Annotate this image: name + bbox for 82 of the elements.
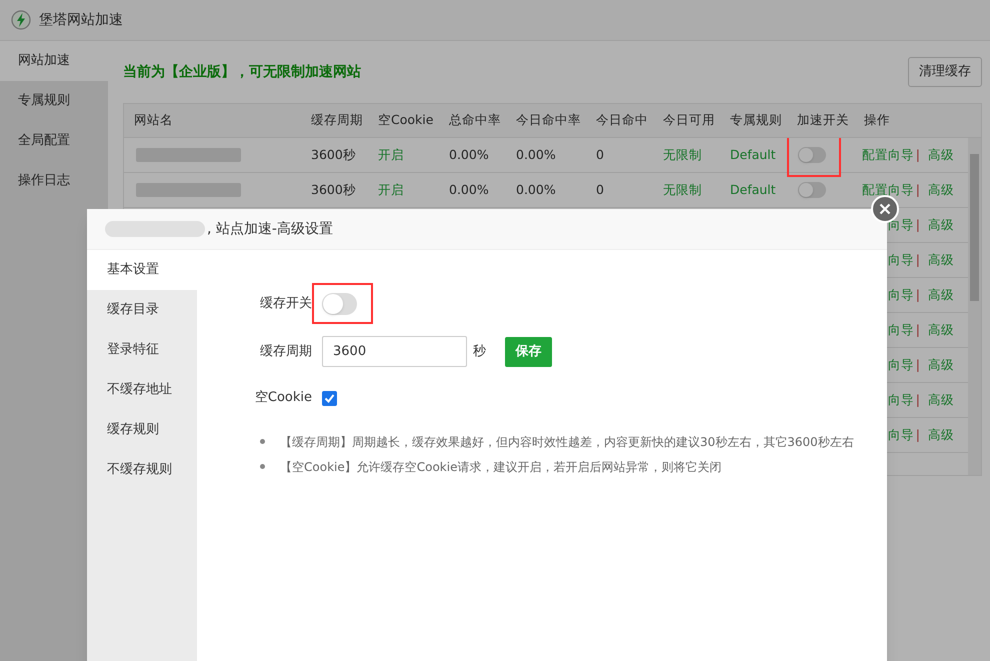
toggle-switch[interactable] xyxy=(798,147,826,163)
column-header: 专属规则 xyxy=(730,112,782,128)
advanced-link[interactable]: 高级 xyxy=(928,390,954,410)
link-separator: | xyxy=(916,320,920,339)
close-icon xyxy=(879,203,891,215)
sidebar-item[interactable]: 全局配置 xyxy=(0,121,108,161)
unit-label: 秒 xyxy=(473,342,486,361)
table-cell: 0.00% xyxy=(449,182,489,197)
dialog-menu-item[interactable]: 不缓存地址 xyxy=(87,370,197,410)
sidebar-item[interactable]: 专属规则 xyxy=(0,81,108,121)
table-cell: 0.00% xyxy=(516,146,556,162)
link-separator: | xyxy=(916,250,920,269)
save-button[interactable]: 保存 xyxy=(505,336,552,366)
wizard-link[interactable]: 配置向导 xyxy=(862,180,914,200)
advanced-link[interactable]: 高级 xyxy=(928,180,954,200)
table-cell: 0 xyxy=(596,146,604,162)
edition-notice: 当前为【企业版】，可无限制加速网站 xyxy=(123,62,361,82)
advanced-link[interactable]: 高级 xyxy=(928,320,954,340)
table-cell: 3600秒 xyxy=(311,182,356,197)
link-separator: | xyxy=(916,426,920,444)
field-label: 缓存开关 xyxy=(259,295,312,314)
bullet-icon xyxy=(260,439,265,444)
link-separator: | xyxy=(916,356,920,374)
column-header: 网站名 xyxy=(134,112,173,128)
field-label: 缓存周期 xyxy=(259,342,312,361)
wizard-link[interactable]: 配置向导 xyxy=(862,146,914,164)
advanced-link[interactable]: 高级 xyxy=(928,356,954,374)
column-header: 缓存周期 xyxy=(311,112,363,128)
scrollbar[interactable] xyxy=(968,138,981,475)
table-cell: Default xyxy=(730,182,776,197)
wizard-link[interactable]: 向导 xyxy=(888,286,914,304)
dialog-menu-item[interactable]: 不缓存规则 xyxy=(87,450,197,490)
sidebar-item[interactable]: 网站加速 xyxy=(0,41,108,81)
column-header: 总命中率 xyxy=(449,112,501,128)
link-separator: | xyxy=(916,286,920,304)
help-note: 【缓存周期】周期越长，缓存效果越好，但内容时效性越差，内容更新快的建议30秒左右，其它3600秒左右 xyxy=(280,434,854,450)
toggle-switch[interactable] xyxy=(322,293,357,315)
advanced-link[interactable]: 高级 xyxy=(928,286,954,304)
wizard-link[interactable]: 向导 xyxy=(888,426,914,444)
advanced-link[interactable]: 高级 xyxy=(928,426,954,444)
wizard-link[interactable]: 向导 xyxy=(888,250,914,270)
table-cell: 无限制 xyxy=(663,182,702,197)
advanced-link[interactable]: 高级 xyxy=(928,250,954,270)
dialog-menu-item[interactable]: 登录特征 xyxy=(87,330,197,370)
toggle-switch[interactable] xyxy=(798,182,826,198)
app-title: 堡塔网站加速 xyxy=(39,10,123,30)
link-separator: | xyxy=(916,146,920,164)
table-cell: 开启 xyxy=(378,182,404,197)
table-cell: 3600秒 xyxy=(311,146,356,162)
checkbox[interactable] xyxy=(322,390,337,406)
table-cell: 0.00% xyxy=(516,182,556,197)
table-cell: 无限制 xyxy=(663,146,702,162)
link-separator: | xyxy=(916,180,920,199)
wizard-link[interactable]: 向导 xyxy=(888,320,914,340)
cache-period-field[interactable]: 3600 xyxy=(322,336,467,367)
column-header: 今日可用 xyxy=(663,112,715,128)
column-header: 操作 xyxy=(864,112,890,128)
column-header: 空Cookie xyxy=(378,112,434,128)
dialog-menu-item[interactable]: 缓存规则 xyxy=(87,410,197,450)
table-cell: 开启 xyxy=(378,146,404,162)
table-cell: 0.00% xyxy=(449,146,489,162)
dialog-title: , 站点加速-高级设置 xyxy=(207,220,333,238)
wizard-link[interactable]: 向导 xyxy=(888,390,914,410)
table-cell: Default xyxy=(730,146,776,162)
link-separator: | xyxy=(916,390,920,409)
column-header: 今日命中率 xyxy=(516,112,581,128)
bullet-icon xyxy=(260,464,265,469)
dialog-menu-item[interactable]: 基本设置 xyxy=(87,250,197,290)
table-cell: 0 xyxy=(596,182,604,197)
dialog-menu-item[interactable]: 缓存目录 xyxy=(87,290,197,330)
advanced-link[interactable]: 高级 xyxy=(928,216,954,234)
wizard-link[interactable]: 向导 xyxy=(888,356,914,374)
field-label: 空Cookie xyxy=(254,389,312,408)
advanced-link[interactable]: 高级 xyxy=(928,146,954,164)
help-note: 【空Cookie】允许缓存空Cookie请求，建议开启，若开启后网站异常，则将它关闭 xyxy=(280,458,722,476)
column-header: 今日命中 xyxy=(596,112,648,128)
sidebar-item[interactable]: 操作日志 xyxy=(0,161,108,201)
clear-cache-button[interactable]: 清理缓存 xyxy=(908,57,982,87)
wizard-link[interactable]: 向导 xyxy=(888,216,914,234)
lightning-icon xyxy=(11,10,31,30)
link-separator: | xyxy=(916,216,920,234)
column-header: 加速开关 xyxy=(797,112,849,128)
